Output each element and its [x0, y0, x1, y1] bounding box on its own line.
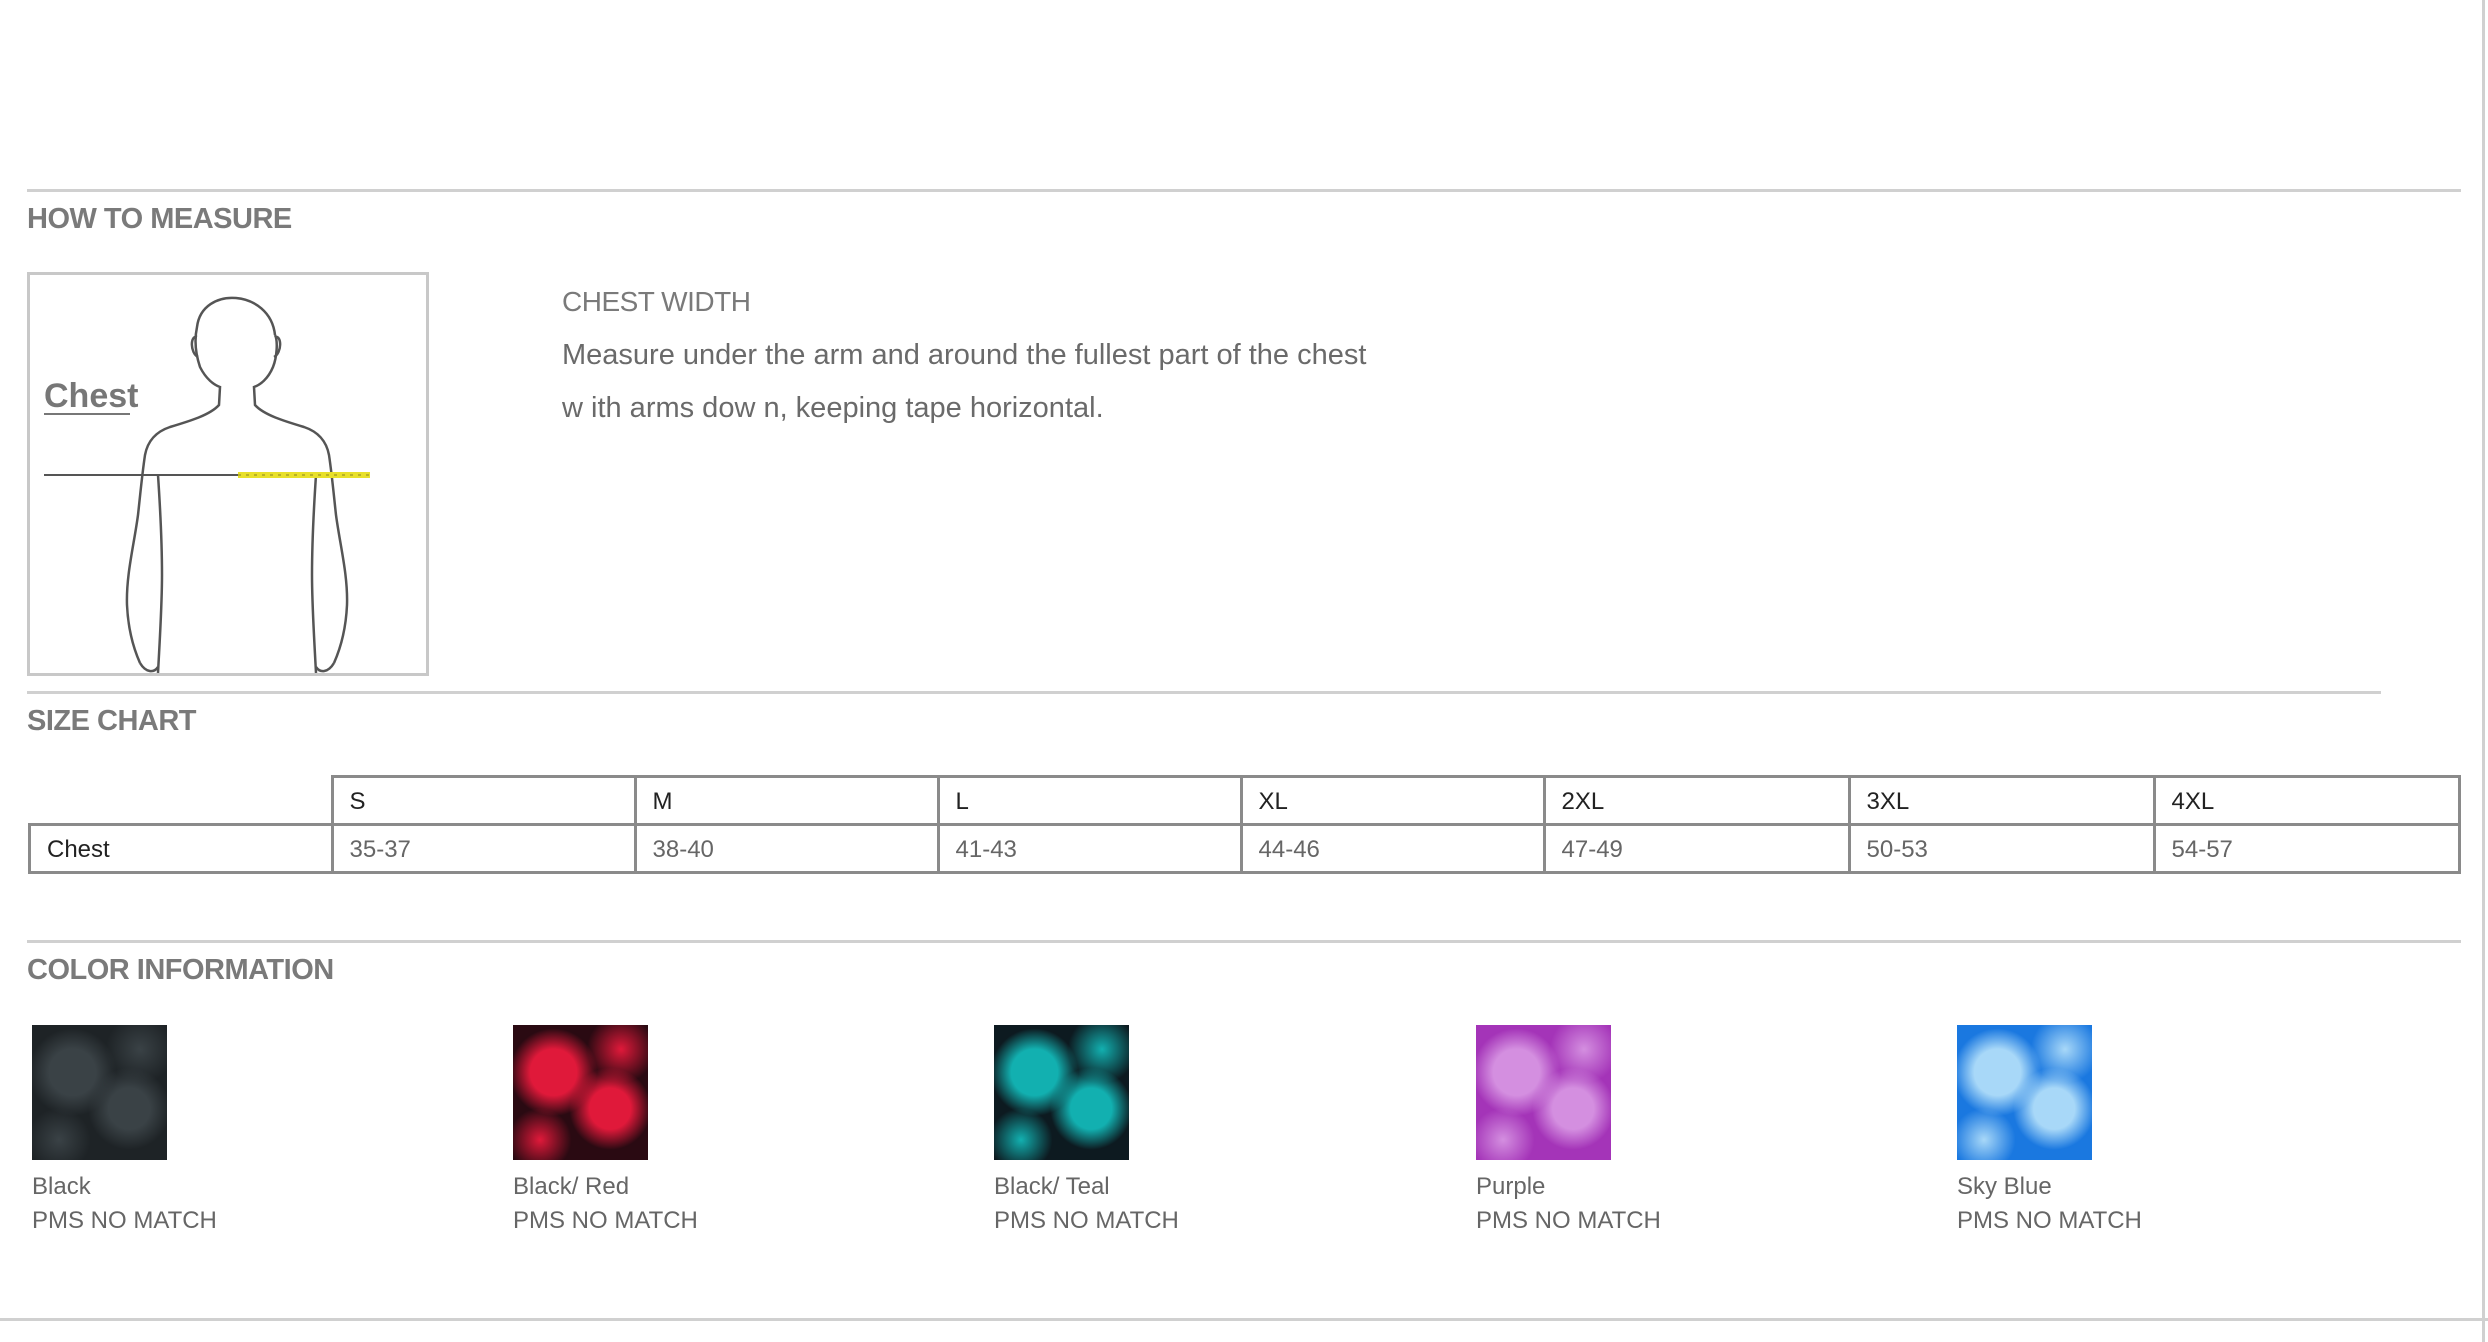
bottom-divider [0, 1318, 2488, 1321]
color-information-title: COLOR INFORMATION [27, 954, 334, 986]
size-header-xl: XL [1239, 775, 1546, 826]
measure-instructions: CHEST WIDTH Measure under the arm and ar… [562, 278, 1462, 435]
swatch-pms: PMS NO MATCH [994, 1207, 1179, 1234]
how-to-measure-title: HOW TO MEASURE [27, 203, 292, 235]
body-outline-icon: Chest [44, 296, 370, 673]
color-swatch-black: Black PMS NO MATCH [32, 1025, 432, 1238]
size-header-s: S [330, 775, 637, 826]
swatch-pms: PMS NO MATCH [1476, 1207, 1661, 1234]
swatch-image [1476, 1025, 1611, 1160]
color-swatch-black-teal: Black/ Teal PMS NO MATCH [994, 1025, 1394, 1238]
chest-width-heading: CHEST WIDTH [562, 286, 751, 317]
size-cell: 41-43 [936, 823, 1243, 874]
swatch-image [32, 1025, 167, 1160]
size-header-2xl: 2XL [1542, 775, 1851, 826]
swatch-image [994, 1025, 1129, 1160]
measure-line-1: Measure under the arm and around the ful… [562, 339, 1367, 371]
color-swatch-black-red: Black/ Red PMS NO MATCH [513, 1025, 913, 1238]
swatch-pms: PMS NO MATCH [1957, 1207, 2142, 1234]
swatch-pms: PMS NO MATCH [32, 1207, 217, 1234]
size-cell: 47-49 [1542, 823, 1851, 874]
table-row: Chest 35-37 38-40 41-43 44-46 47-49 50-5… [28, 823, 2461, 874]
swatch-name: Black [32, 1173, 91, 1200]
top-divider [27, 189, 2461, 192]
size-table: S M L XL 2XL 3XL 4XL Chest 35-37 38-40 4… [28, 775, 2461, 874]
size-header-empty [29, 776, 334, 826]
size-cell: 50-53 [1847, 823, 2156, 874]
size-header-3xl: 3XL [1847, 775, 2156, 826]
swatch-image [513, 1025, 648, 1160]
size-chart-divider [27, 940, 2461, 943]
swatch-name: Black/ Teal [994, 1173, 1110, 1200]
size-cell: 38-40 [633, 823, 940, 874]
right-border [2482, 0, 2485, 1342]
measure-divider [27, 691, 2381, 694]
size-header-row: S M L XL 2XL 3XL 4XL [29, 775, 2461, 826]
swatch-name: Purple [1476, 1173, 1546, 1200]
swatch-image [1957, 1025, 2092, 1160]
swatch-pms: PMS NO MATCH [513, 1207, 698, 1234]
measure-line-2: w ith arms dow n, keeping tape horizonta… [562, 392, 1104, 424]
size-cell: 44-46 [1239, 823, 1546, 874]
size-header-4xl: 4XL [2152, 775, 2461, 826]
size-cell: 35-37 [330, 823, 637, 874]
color-swatch-sky-blue: Sky Blue PMS NO MATCH [1957, 1025, 2357, 1238]
color-swatch-purple: Purple PMS NO MATCH [1476, 1025, 1876, 1238]
size-row-label: Chest [28, 823, 334, 874]
chest-figure-label: Chest [44, 377, 138, 415]
size-header-m: M [633, 775, 940, 826]
size-cell: 54-57 [2152, 823, 2461, 874]
size-header-l: L [936, 775, 1243, 826]
size-chart-title: SIZE CHART [27, 705, 197, 737]
body-measure-figure: Chest [27, 272, 429, 676]
swatch-name: Black/ Red [513, 1173, 630, 1200]
swatch-name: Sky Blue [1957, 1173, 2052, 1200]
